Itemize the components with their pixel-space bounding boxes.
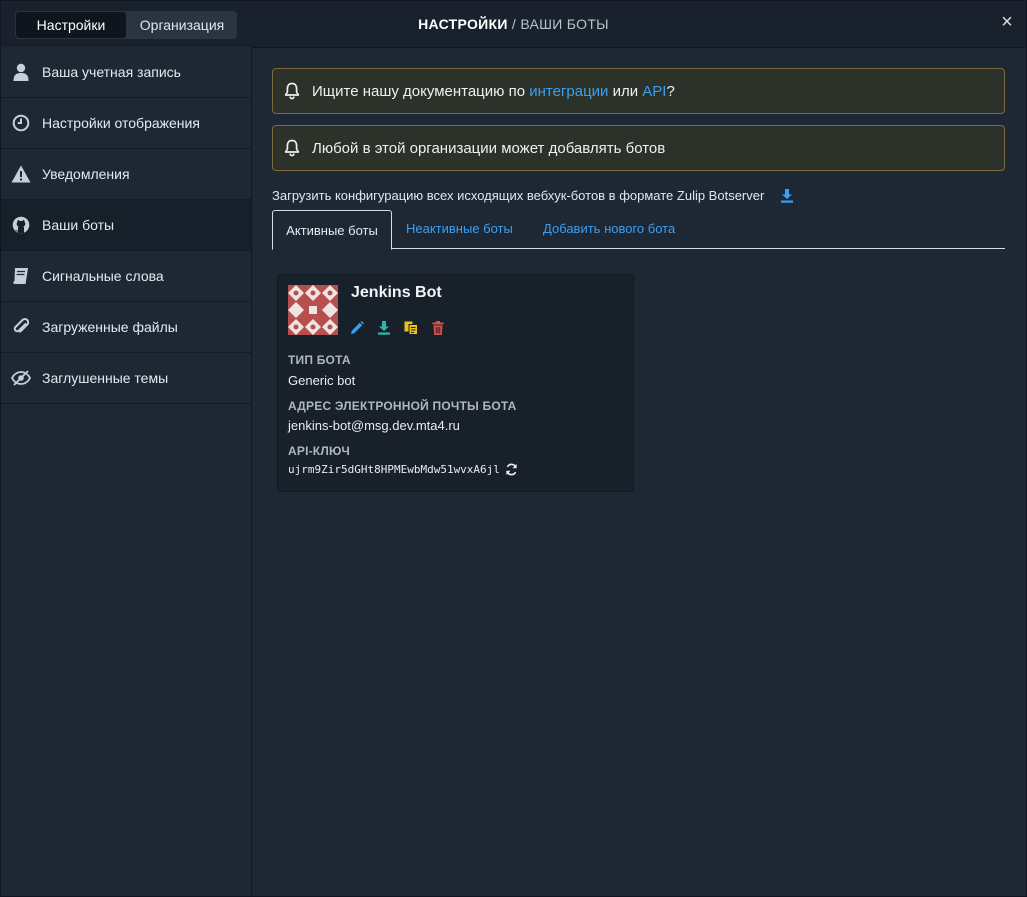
sidebar-item-label: Ваша учетная запись (42, 64, 181, 80)
bots-settings-content: Ищите нашу документацию по интеграции ил… (252, 47, 1026, 896)
warning-icon (11, 164, 31, 184)
tab-inactive-bots[interactable]: Неактивные боты (406, 210, 513, 247)
bot-type-value: Generic bot (288, 373, 356, 388)
page-title: НАСТРОЙКИ / ВАШИ БОТЫ (1, 16, 1026, 32)
tab-active-bots[interactable]: Активные боты (272, 210, 392, 250)
sidebar-item-label: Настройки отображения (42, 115, 200, 131)
sidebar-item-notifications[interactable]: Уведомления (1, 149, 251, 200)
bell-icon (284, 139, 300, 157)
bot-type-label: ТИП БОТА (288, 353, 351, 367)
edit-pencil-icon[interactable] (350, 321, 364, 335)
download-botserver-config: Загрузить конфигурацию всех исходящих ве… (272, 188, 794, 203)
modal-header: Настройки Организация НАСТРОЙКИ / ВАШИ Б… (1, 1, 1026, 48)
copy-zuliprc-icon[interactable] (404, 321, 418, 335)
tab-add-new-bot[interactable]: Добавить нового бота (543, 210, 675, 247)
sidebar-item-alert-words[interactable]: Сигнальные слова (1, 251, 251, 302)
api-key-value: ujrm9Zir5dGHt8HPMEwbMdw51wvxA6jl (288, 463, 500, 476)
sidebar-item-display[interactable]: Настройки отображения (1, 98, 251, 149)
bot-tabs: Активные боты Неактивные боты Добавить н… (272, 210, 1005, 250)
docs-text-before: Ищите нашу документацию по (312, 82, 526, 100)
sidebar-item-bots[interactable]: Ваши боты (1, 200, 251, 251)
api-key-label: API-КЛЮЧ (288, 444, 350, 458)
bot-email-value: jenkins-bot@msg.dev.mta4.ru (288, 418, 460, 433)
api-key-row: ujrm9Zir5dGHt8HPMEwbMdw51wvxA6jl (288, 463, 518, 476)
github-icon (11, 215, 31, 235)
clock-icon (11, 113, 31, 133)
download-text: Загрузить конфигурацию всех исходящих ве… (272, 188, 765, 203)
docs-text-middle: или (612, 82, 639, 100)
title-subsection: ВАШИ БОТЫ (520, 16, 609, 32)
bot-email-label: АДРЕС ЭЛЕКТРОННОЙ ПОЧТЫ БОТА (288, 399, 517, 413)
integrations-link[interactable]: интеграции (529, 83, 608, 100)
title-section: НАСТРОЙКИ (418, 16, 508, 32)
delete-trash-icon[interactable] (431, 321, 445, 335)
close-icon[interactable]: × (998, 12, 1016, 32)
sidebar-item-label: Сигнальные слова (42, 268, 164, 284)
refresh-icon[interactable] (505, 463, 518, 476)
sidebar-item-label: Заглушенные темы (42, 370, 169, 386)
bot-actions (350, 321, 445, 335)
bot-name: Jenkins Bot (351, 284, 442, 301)
docs-alert: Ищите нашу документацию по интеграции ил… (272, 68, 1005, 114)
sidebar-item-account[interactable]: Ваша учетная запись (1, 47, 251, 98)
api-link[interactable]: API (642, 83, 666, 100)
sidebar-item-label: Уведомления (42, 166, 130, 182)
bot-card: Jenkins Bot ТИП БОТА Generic bot АДРЕС Э… (277, 274, 634, 492)
docs-text-after: ? (666, 82, 675, 100)
sidebar-item-uploaded-files[interactable]: Загруженные файлы (1, 302, 251, 353)
alert-text: Любой в этой организации может добавлять… (312, 139, 666, 157)
sidebar-item-label: Загруженные файлы (42, 319, 178, 335)
download-zuliprc-icon[interactable] (377, 321, 391, 335)
user-icon (11, 62, 31, 82)
settings-sidebar: Ваша учетная запись Настройки отображени… (1, 47, 252, 896)
bell-icon (284, 82, 300, 100)
download-icon[interactable] (780, 188, 794, 203)
book-icon (11, 266, 31, 286)
anyone-can-add-bots-alert: Любой в этой организации может добавлять… (272, 125, 1005, 171)
sidebar-item-muted-topics[interactable]: Заглушенные темы (1, 353, 251, 404)
sidebar-item-label: Ваши боты (42, 217, 115, 233)
bot-avatar (288, 285, 338, 335)
title-separator: / (507, 16, 521, 32)
settings-modal: Настройки Организация НАСТРОЙКИ / ВАШИ Б… (0, 0, 1027, 897)
paperclip-icon (11, 317, 31, 337)
eye-slash-icon (11, 368, 31, 388)
